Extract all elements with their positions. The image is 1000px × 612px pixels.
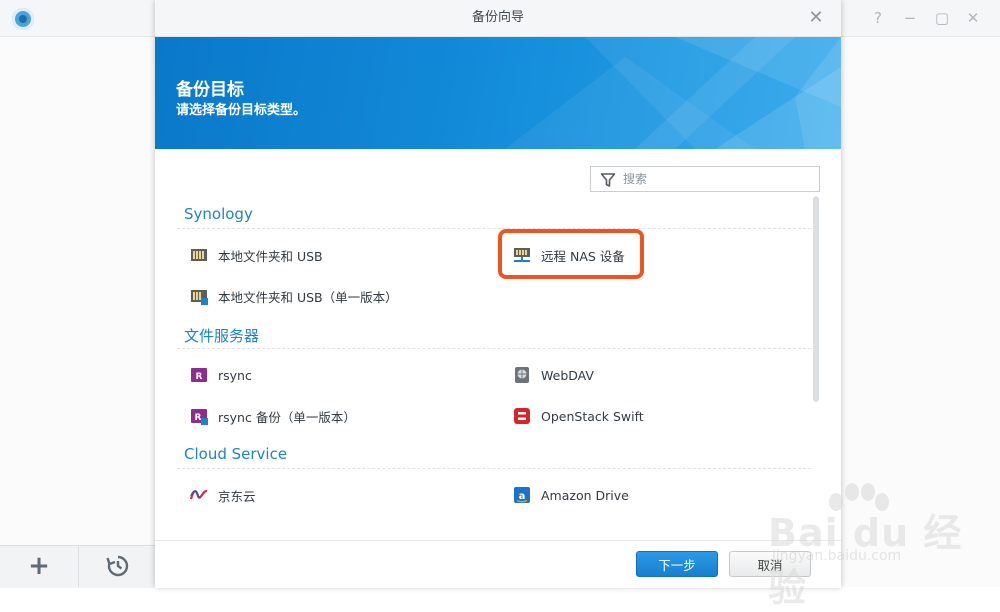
filter-icon [600,173,616,187]
option-local-folder-usb-single[interactable]: 本地文件夹和 USB（单一版本） [190,283,398,309]
next-button[interactable]: 下一步 [636,551,718,577]
add-icon[interactable]: + [26,553,52,579]
option-label: 本地文件夹和 USB（单一版本） [218,289,398,305]
svg-text:R: R [195,413,202,423]
search-input[interactable] [623,170,813,188]
section-divider [177,348,811,349]
option-label: Amazon Drive [541,487,629,503]
local-folder-usb-icon [191,249,207,261]
option-webdav[interactable]: WebDAV [513,362,594,388]
option-jdcloud[interactable]: 京东云 [190,482,256,508]
restore-history-icon[interactable] [106,554,130,578]
close-icon[interactable]: ✕ [807,9,825,27]
option-local-folder-usb[interactable]: 本地文件夹和 USB [190,242,323,268]
banner-title: 备份目标 [176,80,244,100]
option-rsync-single[interactable]: R rsync 备份（单一版本） [190,403,356,429]
option-label: rsync 备份（单一版本） [218,409,356,425]
section-header-cloud-service: Cloud Service [184,445,288,463]
option-label: WebDAV [541,367,594,383]
rsync-single-icon: R [191,409,208,425]
option-openstack-swift[interactable]: OpenStack Swift [513,403,644,429]
app-logo-icon [12,8,34,30]
watermark-subtext: jingyan.baidu.com [772,548,902,564]
destination-list-panel: Synology 本地文件夹和 USB 远程 NAS 设备 [155,150,841,540]
rsync-icon: R [191,368,207,382]
option-label: 京东云 [218,488,256,504]
search-box[interactable] [590,166,820,192]
option-label: 本地文件夹和 USB [218,248,323,264]
option-label: OpenStack Swift [541,408,644,424]
close-app-icon[interactable]: ✕ [964,9,982,27]
svg-text:R: R [196,372,203,382]
section-divider [177,468,811,469]
maximize-icon[interactable]: ▢ [933,9,951,27]
svg-text:a: a [519,491,526,502]
scrollbar-thumb[interactable] [813,196,819,402]
section-divider [177,228,811,229]
local-folder-usb-single-icon [191,290,208,305]
help-icon[interactable]: ? [869,9,887,27]
option-label: rsync [218,367,252,383]
option-rsync[interactable]: R rsync [190,362,252,388]
dialog-title: 备份向导 [471,10,524,25]
baidu-watermark: Bai du 经验 jingyan.baidu.com [760,482,980,610]
webdav-icon [515,367,529,383]
section-header-synology: Synology [184,205,253,223]
option-amazon-drive[interactable]: a Amazon Drive [513,482,629,508]
jdcloud-icon [190,489,208,500]
highlight-box [498,229,644,279]
backup-wizard-dialog: 备份向导 ✕ 备份目标 请选择备份目标类型。 Synology [155,0,841,588]
banner-background-pattern [505,37,841,149]
toolbar-divider [78,545,79,587]
openstack-swift-icon [514,408,530,424]
minimize-icon[interactable]: − [901,9,919,27]
dialog-footer: 下一步 取消 [155,540,841,588]
section-header-file-server: 文件服务器 [184,327,260,345]
amazon-drive-icon: a [514,487,530,503]
banner-subtitle: 请选择备份目标类型。 [176,103,307,118]
wizard-banner: 备份目标 请选择备份目标类型。 [155,37,841,149]
